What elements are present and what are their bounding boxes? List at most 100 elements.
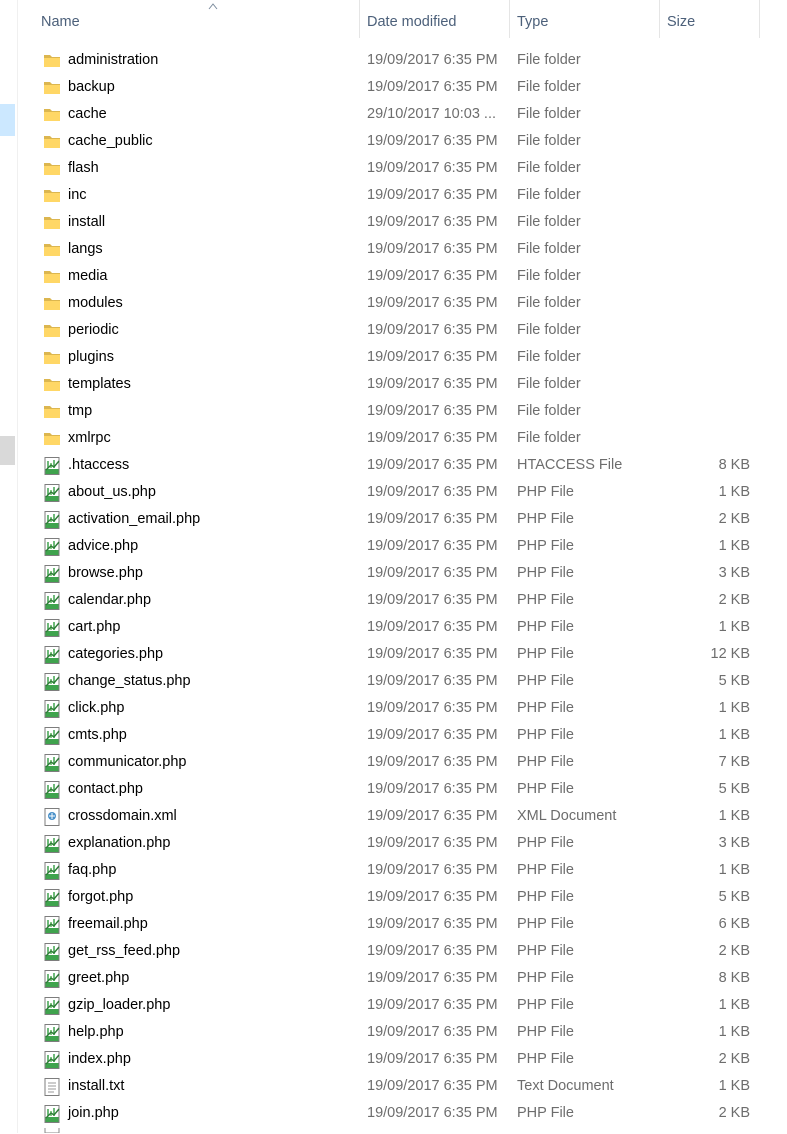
file-name: forgot.php [68, 889, 134, 905]
file-name: plugins [68, 349, 114, 365]
code-file-icon [42, 1023, 62, 1043]
file-type: PHP File [517, 619, 574, 635]
column-header-date-modified[interactable]: Date modified [360, 0, 510, 38]
date-modified: 19/09/2017 6:35 PM [367, 214, 498, 230]
file-size: 1 KB [718, 700, 750, 716]
file-row[interactable]: gzip_loader.php 19/09/2017 6:35 PM PHP Fil… [18, 992, 760, 1019]
file-row[interactable]: advice.php 19/09/2017 6:35 PM PHP File 1 KB [18, 533, 760, 560]
file-row[interactable]: click.php 19/09/2017 6:35 PM PHP File 1 KB [18, 695, 760, 722]
folder-row[interactable]: backup 19/09/2017 6:35 PM File folder [18, 74, 760, 101]
file-row[interactable]: cart.php 19/09/2017 6:35 PM PHP File 1 KB [18, 614, 760, 641]
file-type: PHP File [517, 835, 574, 851]
date-modified: 19/09/2017 6:35 PM [367, 295, 498, 311]
file-row[interactable]: crossdomain.xml 19/09/2017 6:35 PM XML Doc… [18, 803, 760, 830]
file-type: File folder [517, 187, 581, 203]
file-row[interactable]: join.php 19/09/2017 6:35 PM PHP File 2 KB [18, 1100, 760, 1127]
file-name: index.php [68, 1051, 131, 1067]
column-header-size[interactable]: Size [660, 0, 760, 38]
file-row[interactable]: categories.php 19/09/2017 6:35 PM PHP File… [18, 641, 760, 668]
file-type: PHP File [517, 943, 574, 959]
folder-row[interactable]: administration 19/09/2017 6:35 PM File fol… [18, 47, 760, 74]
file-name: langs [68, 241, 103, 257]
file-size: 1 KB [718, 538, 750, 554]
xml-file-icon [42, 807, 62, 827]
file-row[interactable]: greet.php 19/09/2017 6:35 PM PHP File 8 KB [18, 965, 760, 992]
date-modified: 19/09/2017 6:35 PM [367, 646, 498, 662]
folder-row[interactable]: tmp 19/09/2017 6:35 PM File folder [18, 398, 760, 425]
file-row[interactable]: help.php 19/09/2017 6:35 PM PHP File 1 KB [18, 1019, 760, 1046]
date-modified: 19/09/2017 6:35 PM [367, 1105, 498, 1121]
file-row[interactable]: forgot.php 19/09/2017 6:35 PM PHP File 5 KB [18, 884, 760, 911]
file-row[interactable]: .htaccess 19/09/2017 6:35 PM HTACCESS File… [18, 452, 760, 479]
file-size: 1 KB [718, 997, 750, 1013]
folder-row[interactable]: modules 19/09/2017 6:35 PM File folder [18, 290, 760, 317]
file-row[interactable]: index.php 19/09/2017 6:35 PM PHP File 2 KB [18, 1046, 760, 1073]
navigation-pane[interactable] [0, 0, 18, 1133]
file-type: File folder [517, 268, 581, 284]
file-size [658, 101, 750, 128]
date-modified: 19/09/2017 6:35 PM [367, 1051, 498, 1067]
file-row[interactable]: faq.php 19/09/2017 6:35 PM PHP File 1 KB [18, 857, 760, 884]
file-size [658, 236, 750, 263]
file-row[interactable]: install.txt 19/09/2017 6:35 PM Text Docume… [18, 1073, 760, 1100]
date-modified: 19/09/2017 6:35 PM [367, 1078, 498, 1094]
file-row[interactable]: communicator.php 19/09/2017 6:35 PM PHP Fi… [18, 749, 760, 776]
date-modified: 19/09/2017 6:35 PM [367, 619, 498, 635]
column-header-name[interactable]: Name [34, 0, 360, 38]
code-file-icon [42, 456, 62, 476]
folder-row[interactable]: langs 19/09/2017 6:35 PM File folder [18, 236, 760, 263]
nav-pane-selected-item[interactable] [0, 104, 15, 136]
code-file-icon [42, 996, 62, 1016]
file-size [658, 47, 750, 74]
column-header-bar: Name Date modified Type Size [18, 0, 760, 44]
file-size: 2 KB [718, 511, 750, 527]
folder-row[interactable]: templates 19/09/2017 6:35 PM File folder [18, 371, 760, 398]
file-row[interactable]: cmts.php 19/09/2017 6:35 PM PHP File 1 KB [18, 722, 760, 749]
file-row[interactable]: activation_email.php 19/09/2017 6:35 PM PH… [18, 506, 760, 533]
folder-row[interactable]: cache 29/10/2017 10:03 ... File folder [18, 101, 760, 128]
file-row[interactable]: about_us.php 19/09/2017 6:35 PM PHP File 1 … [18, 479, 760, 506]
file-row[interactable]: calendar.php 19/09/2017 6:35 PM PHP File 2 … [18, 587, 760, 614]
file-row[interactable]: get_rss_feed.php 19/09/2017 6:35 PM PHP Fi… [18, 938, 760, 965]
date-modified: 19/09/2017 6:35 PM [367, 889, 498, 905]
file-type: PHP File [517, 538, 574, 554]
date-modified: 19/09/2017 6:35 PM [367, 160, 498, 176]
code-file-icon [42, 915, 62, 935]
file-size: 1 KB [718, 862, 750, 878]
file-row[interactable]: freemail.php 19/09/2017 6:35 PM PHP File 6 … [18, 911, 760, 938]
file-row[interactable]: explanation.php 19/09/2017 6:35 PM PHP Fil… [18, 830, 760, 857]
file-name: cache [68, 106, 107, 122]
nav-pane-hover-item[interactable] [0, 436, 15, 465]
column-header-type[interactable]: Type [510, 0, 660, 38]
date-modified: 19/09/2017 6:35 PM [367, 835, 498, 851]
folder-row[interactable]: flash 19/09/2017 6:35 PM File folder [18, 155, 760, 182]
code-file-icon [42, 726, 62, 746]
file-row[interactable]: browse.php 19/09/2017 6:35 PM PHP File 3 KB [18, 560, 760, 587]
folder-icon [42, 294, 62, 314]
file-type: PHP File [517, 1051, 574, 1067]
folder-row[interactable]: inc 19/09/2017 6:35 PM File folder [18, 182, 760, 209]
file-name: greet.php [68, 970, 130, 986]
file-row[interactable]: change_status.php 19/09/2017 6:35 PM PHP F… [18, 668, 760, 695]
folder-row[interactable]: cache_public 19/09/2017 6:35 PM File folde… [18, 128, 760, 155]
folder-row[interactable]: xmlrpc 19/09/2017 6:35 PM File folder [18, 425, 760, 452]
file-type: File folder [517, 430, 581, 446]
folder-row[interactable]: periodic 19/09/2017 6:35 PM File folder [18, 317, 760, 344]
code-file-icon [42, 942, 62, 962]
file-type: PHP File [517, 916, 574, 932]
folder-row[interactable]: media 19/09/2017 6:35 PM File folder [18, 263, 760, 290]
file-name: activation_email.php [68, 511, 201, 527]
file-size: 12 KB [710, 646, 751, 662]
file-type: File folder [517, 403, 581, 419]
date-modified: 19/09/2017 6:35 PM [367, 79, 498, 95]
folder-row[interactable]: install 19/09/2017 6:35 PM File folder [18, 209, 760, 236]
file-size: 8 KB [718, 457, 750, 473]
file-size [658, 425, 750, 452]
file-row[interactable]: contact.php 19/09/2017 6:35 PM PHP File 5 K… [18, 776, 760, 803]
folder-row[interactable]: plugins 19/09/2017 6:35 PM File folder [18, 344, 760, 371]
code-file-icon [42, 834, 62, 854]
file-type: PHP File [517, 862, 574, 878]
file-name: media [68, 268, 108, 284]
file-size: 3 KB [718, 565, 750, 581]
partially-visible-row[interactable] [18, 1128, 760, 1133]
